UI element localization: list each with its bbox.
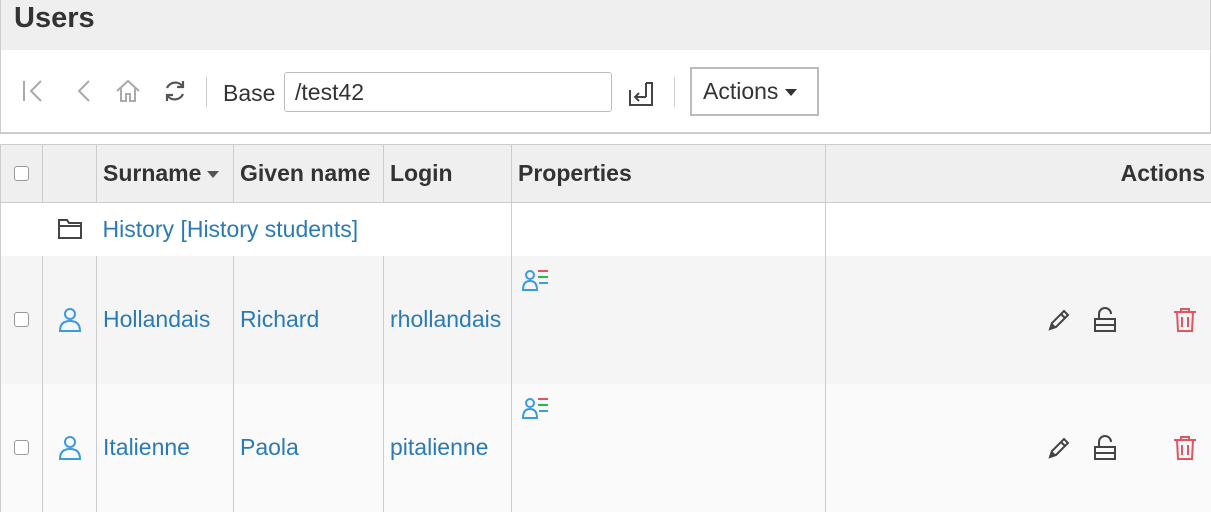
- lock-icon[interactable]: [1092, 435, 1118, 467]
- column-header-label: Surname: [103, 160, 201, 186]
- properties-icon[interactable]: [522, 396, 550, 422]
- given-name-cell: Richard: [234, 256, 384, 384]
- row-checkbox[interactable]: [14, 440, 29, 455]
- icon-column-header: [43, 145, 97, 203]
- properties-cell: [512, 384, 826, 512]
- base-input[interactable]: [284, 72, 612, 112]
- empty-cell: [512, 203, 826, 256]
- login-cell: rhollandais: [384, 256, 512, 384]
- delete-icon[interactable]: [1172, 307, 1198, 339]
- actions-menu-button[interactable]: Actions: [690, 67, 819, 116]
- edit-icon[interactable]: [1046, 307, 1072, 339]
- column-header-properties: Properties: [512, 145, 826, 203]
- lock-icon[interactable]: [1092, 307, 1118, 339]
- submit-icon[interactable]: [629, 82, 655, 108]
- user-icon: [58, 435, 82, 461]
- select-all-checkbox[interactable]: [14, 166, 29, 181]
- table-header-row: Surname Given name Login Properties Acti…: [1, 145, 1211, 203]
- row-actions: [832, 384, 1211, 512]
- row-select-cell: [1, 256, 43, 384]
- column-header-label: Given name: [240, 160, 370, 186]
- table-row-group: History [History students]: [1, 203, 1211, 256]
- column-header-given-name[interactable]: Given name: [234, 145, 384, 203]
- row-icon-cell: [43, 384, 97, 512]
- surname-cell: Italienne: [97, 384, 234, 512]
- group-label-cell: History [History students]: [97, 203, 512, 256]
- empty-cell: [1, 203, 43, 256]
- login-link[interactable]: pitalienne: [390, 434, 488, 460]
- group-icon-cell: [43, 203, 97, 256]
- base-label: Base: [223, 80, 275, 107]
- sort-desc-icon: [207, 171, 219, 178]
- group-link[interactable]: History [History students]: [103, 216, 359, 242]
- refresh-icon[interactable]: [162, 78, 188, 104]
- back-icon[interactable]: [71, 78, 97, 104]
- home-icon[interactable]: [115, 78, 141, 104]
- column-header-actions: Actions: [826, 145, 1211, 203]
- column-header-label: Properties: [518, 160, 632, 186]
- delete-icon[interactable]: [1172, 435, 1198, 467]
- given-name-cell: Paola: [234, 384, 384, 512]
- users-table: Surname Given name Login Properties Acti…: [0, 144, 1211, 512]
- page-header: Users: [0, 0, 1211, 50]
- surname-cell: Hollandais: [97, 256, 234, 384]
- row-actions: [832, 256, 1211, 384]
- page-title: Users: [1, 0, 1210, 35]
- column-header-label: Actions: [1121, 160, 1205, 186]
- surname-link[interactable]: Italienne: [103, 434, 190, 460]
- given-name-link[interactable]: Paola: [240, 434, 299, 460]
- column-header-login[interactable]: Login: [384, 145, 512, 203]
- login-cell: pitalienne: [384, 384, 512, 512]
- table-row: Italienne Paola pitalienne: [1, 384, 1211, 512]
- toolbar-separator: [674, 77, 675, 107]
- edit-icon[interactable]: [1046, 435, 1072, 467]
- column-header-surname[interactable]: Surname: [97, 145, 234, 203]
- properties-cell: [512, 256, 826, 384]
- surname-link[interactable]: Hollandais: [103, 306, 210, 332]
- row-checkbox[interactable]: [14, 312, 29, 327]
- actions-menu-label: Actions: [703, 78, 778, 104]
- toolbar-separator: [206, 77, 207, 107]
- actions-cell: [826, 256, 1211, 384]
- row-icon-cell: [43, 256, 97, 384]
- chevron-down-icon: [785, 89, 797, 96]
- first-page-icon[interactable]: [21, 78, 47, 104]
- row-select-cell: [1, 384, 43, 512]
- actions-cell: [826, 384, 1211, 512]
- given-name-link[interactable]: Richard: [240, 306, 319, 332]
- user-icon: [58, 307, 82, 333]
- properties-icon[interactable]: [522, 268, 550, 294]
- login-link[interactable]: rhollandais: [390, 306, 501, 332]
- table-row: Hollandais Richard rhollandais: [1, 256, 1211, 384]
- select-all-cell: [1, 145, 43, 203]
- folder-icon: [57, 217, 83, 241]
- toolbar: Base Actions: [0, 50, 1211, 134]
- empty-cell: [826, 203, 1211, 256]
- column-header-label: Login: [390, 160, 453, 186]
